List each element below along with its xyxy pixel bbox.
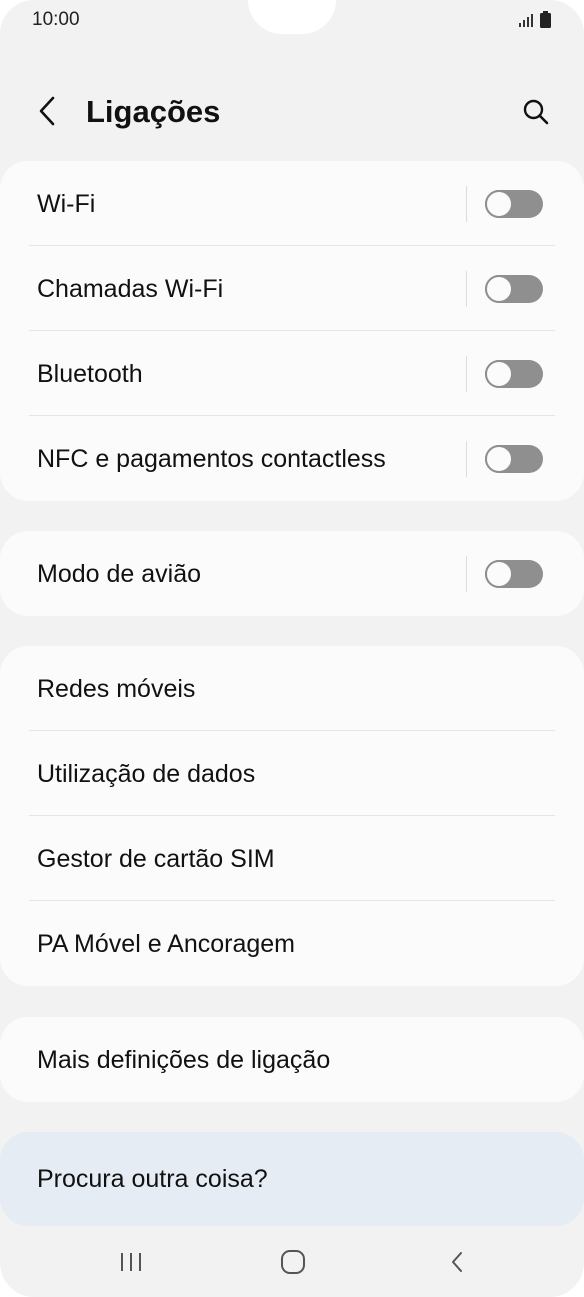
- bluetooth-label: Bluetooth: [37, 360, 143, 388]
- search-icon: [523, 99, 549, 125]
- mobile-networks-label: Redes móveis: [37, 675, 196, 703]
- airplane-toggle[interactable]: [485, 560, 543, 588]
- back-button[interactable]: [24, 88, 70, 134]
- airplane-label: Modo de avião: [37, 560, 202, 588]
- airplane-row[interactable]: Modo de avião: [0, 531, 584, 616]
- battery-icon: [540, 11, 551, 28]
- page-title: Ligações: [86, 94, 221, 129]
- wifi-calling-label: Chamadas Wi-Fi: [37, 275, 224, 303]
- mobile-networks-row[interactable]: Redes móveis: [0, 646, 584, 731]
- status-bar: 10:00: [0, 0, 584, 44]
- more-settings-card: Mais definições de ligação: [0, 1017, 584, 1102]
- toggle-knob: [485, 190, 513, 218]
- toggle-knob: [485, 445, 513, 473]
- row-separator: [466, 356, 467, 392]
- row-separator: [466, 556, 467, 592]
- sim-manager-label: Gestor de cartão SIM: [37, 845, 275, 873]
- nfc-toggle[interactable]: [485, 445, 543, 473]
- search-button[interactable]: [514, 90, 558, 134]
- home-button[interactable]: [263, 1240, 323, 1284]
- toggle-knob: [485, 360, 513, 388]
- data-usage-row[interactable]: Utilização de dados: [0, 731, 584, 816]
- toggle-knob: [485, 560, 513, 588]
- wifi-calling-toggle[interactable]: [485, 275, 543, 303]
- search-prompt-card[interactable]: Procura outra coisa?: [0, 1132, 584, 1226]
- wifi-row[interactable]: Wi-Fi: [0, 161, 584, 246]
- row-separator: [466, 186, 467, 222]
- camera-notch: [248, 0, 336, 34]
- search-prompt-label: Procura outra coisa?: [37, 1165, 268, 1193]
- signal-icon: [519, 14, 533, 27]
- app-header: Ligações: [0, 76, 584, 148]
- hotspot-tethering-row[interactable]: PA Móvel e Ancoragem: [0, 901, 584, 986]
- recents-button[interactable]: [101, 1240, 161, 1284]
- sim-manager-row[interactable]: Gestor de cartão SIM: [0, 816, 584, 901]
- network-card: Redes móveis Utilização de dados Gestor …: [0, 646, 584, 986]
- wifi-calling-row[interactable]: Chamadas Wi-Fi: [0, 246, 584, 331]
- chevron-left-icon: [39, 96, 55, 126]
- nav-back-button[interactable]: [427, 1240, 487, 1284]
- nfc-row[interactable]: NFC e pagamentos contactless: [0, 416, 584, 501]
- settings-screen: 10:00 Ligações Wi-Fi Chamadas Wi-Fi Blue…: [0, 0, 584, 1297]
- more-settings-row[interactable]: Mais definições de ligação: [0, 1017, 584, 1102]
- wifi-toggle[interactable]: [485, 190, 543, 218]
- bluetooth-toggle[interactable]: [485, 360, 543, 388]
- airplane-card: Modo de avião: [0, 531, 584, 616]
- hotspot-tethering-label: PA Móvel e Ancoragem: [37, 930, 296, 958]
- navigation-bar: [0, 1226, 584, 1297]
- back-icon: [452, 1252, 462, 1272]
- more-settings-label: Mais definições de ligação: [37, 1046, 331, 1074]
- status-time: 10:00: [32, 9, 80, 30]
- home-icon: [281, 1250, 305, 1274]
- nfc-label: NFC e pagamentos contactless: [37, 445, 386, 473]
- row-separator: [466, 441, 467, 477]
- recents-icon: [121, 1253, 141, 1271]
- wifi-label: Wi-Fi: [37, 190, 96, 218]
- bluetooth-row[interactable]: Bluetooth: [0, 331, 584, 416]
- toggle-knob: [485, 275, 513, 303]
- connections-card: Wi-Fi Chamadas Wi-Fi Bluetooth NFC e pag…: [0, 161, 584, 501]
- row-separator: [466, 271, 467, 307]
- data-usage-label: Utilização de dados: [37, 760, 256, 788]
